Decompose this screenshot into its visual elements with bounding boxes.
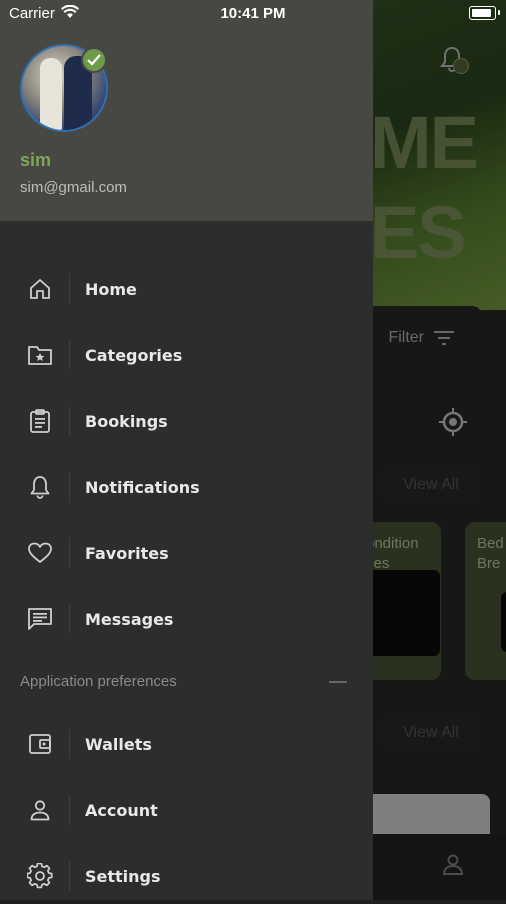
menu-item-bookings[interactable]: Bookings <box>0 393 373 449</box>
clock: 10:41 PM <box>220 5 286 22</box>
person-icon <box>26 796 54 824</box>
menu-item-settings[interactable]: Settings <box>0 848 373 904</box>
battery-icon <box>469 6 496 20</box>
clipboard-icon <box>26 407 54 435</box>
menu-label: Messages <box>85 609 174 629</box>
menu-label: Bookings <box>85 411 168 431</box>
user-email: sim@gmail.com <box>20 179 127 196</box>
menu-item-categories[interactable]: Categories <box>0 327 373 383</box>
menu-item-home[interactable]: Home <box>0 261 373 317</box>
collapse-icon[interactable] <box>329 681 347 683</box>
menu-label: Account <box>85 800 158 820</box>
menu-label: Wallets <box>85 734 152 754</box>
home-icon <box>26 275 54 303</box>
drawer-header: sim sim@gmail.com <box>0 0 373 221</box>
menu-label: Notifications <box>85 477 200 497</box>
menu-item-messages[interactable]: Messages <box>0 591 373 647</box>
navigation-drawer: sim sim@gmail.com Home Categories Bookin… <box>0 0 373 900</box>
menu-item-account[interactable]: Account <box>0 782 373 838</box>
folder-star-icon <box>26 341 54 369</box>
message-icon <box>26 605 54 633</box>
bell-icon <box>26 473 54 501</box>
menu-item-favorites[interactable]: Favorites <box>0 525 373 581</box>
menu-label: Home <box>85 279 137 299</box>
menu-label: Settings <box>85 866 161 886</box>
wallet-icon <box>26 730 54 758</box>
section-title: Application preferences <box>20 673 177 690</box>
menu-label: Favorites <box>85 543 169 563</box>
heart-icon <box>26 539 54 567</box>
drawer-scrim[interactable] <box>373 0 506 900</box>
verified-badge-icon <box>81 47 107 73</box>
menu-item-notifications[interactable]: Notifications <box>0 459 373 515</box>
menu-item-wallets[interactable]: Wallets <box>0 716 373 772</box>
user-name: sim <box>20 150 52 170</box>
gear-icon <box>26 862 54 890</box>
menu-label: Categories <box>85 345 183 365</box>
status-bar: Carrier 10:41 PM <box>0 0 506 28</box>
